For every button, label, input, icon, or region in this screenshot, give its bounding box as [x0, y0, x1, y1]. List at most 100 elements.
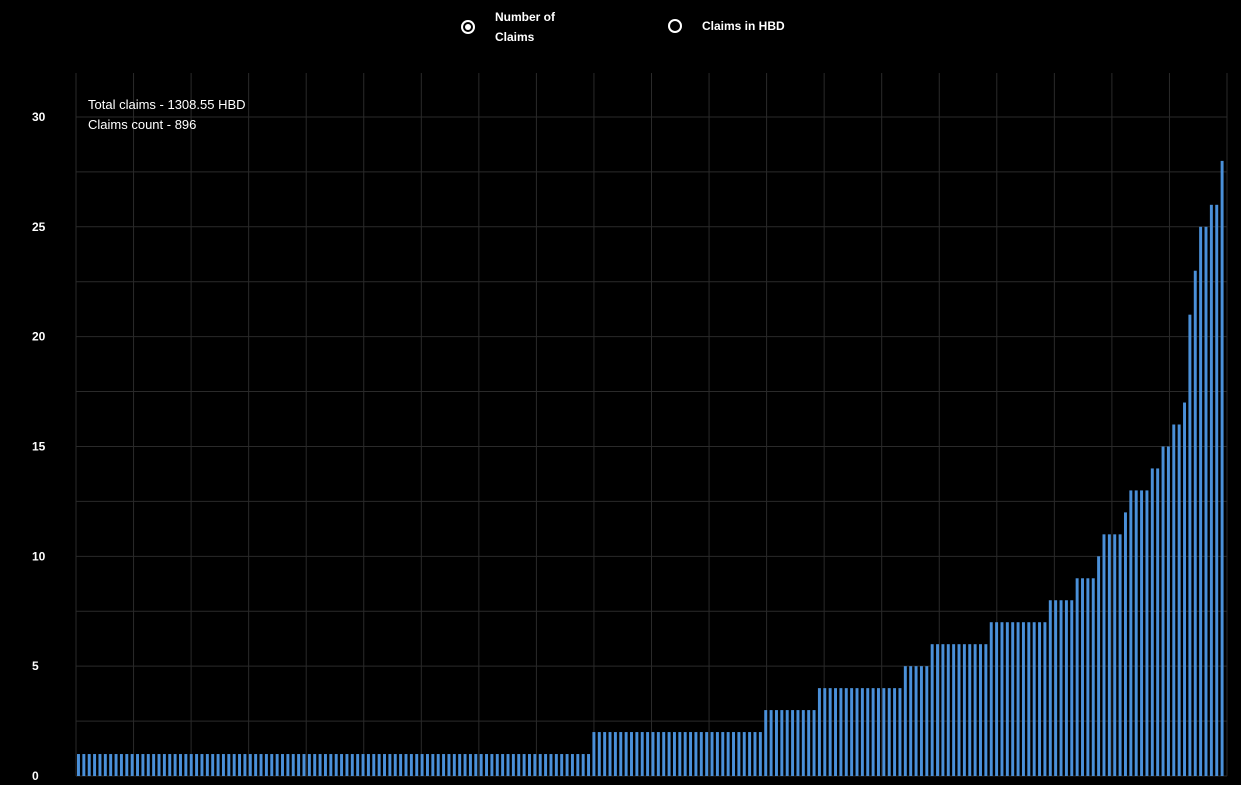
bar: [624, 732, 628, 776]
bar: [995, 622, 999, 776]
bar: [1145, 490, 1149, 776]
bar: [587, 754, 591, 776]
bar: [248, 754, 252, 776]
bar: [737, 732, 741, 776]
bar: [1016, 622, 1020, 776]
bar: [216, 754, 220, 776]
bar: [1140, 490, 1144, 776]
bar: [490, 754, 494, 776]
bar: [114, 754, 118, 776]
y-tick-label: 5: [32, 659, 39, 673]
bar: [426, 754, 429, 776]
bar: [855, 688, 859, 777]
bar: [243, 754, 247, 776]
bar: [415, 754, 419, 776]
bar: [705, 732, 709, 776]
bar: [710, 732, 714, 776]
bar: [189, 754, 193, 776]
bar: [119, 754, 123, 776]
bar: [1059, 600, 1063, 776]
bar: [732, 732, 735, 776]
bar: [168, 754, 172, 776]
bar: [409, 754, 413, 776]
bar: [651, 732, 655, 776]
bar: [345, 754, 349, 776]
bar: [742, 732, 746, 776]
chart-mode-toggle: Number of Claims Claims in HBD: [0, 0, 1241, 56]
bar: [1183, 402, 1186, 776]
bar: [812, 710, 816, 776]
bar: [479, 754, 483, 776]
bar: [1091, 578, 1095, 776]
bar: [753, 732, 757, 776]
bar: [1038, 622, 1042, 776]
bar: [221, 754, 225, 776]
bar: [162, 754, 166, 776]
bar: [882, 688, 886, 777]
bar: [366, 754, 370, 776]
bar: [930, 644, 934, 776]
bar: [286, 754, 290, 776]
bar: [672, 732, 676, 776]
bar: [442, 754, 446, 776]
bar: [474, 754, 478, 776]
bar: [919, 666, 923, 776]
bar: [597, 732, 601, 776]
bar: [656, 732, 660, 776]
bar: [1188, 314, 1192, 776]
bar: [791, 710, 795, 776]
bar: [667, 732, 671, 776]
bar: [329, 754, 333, 776]
radio-claims-in-hbd[interactable]: Claims in HBD: [668, 16, 785, 36]
bar: [334, 754, 338, 776]
bar: [925, 666, 929, 776]
total-claims-text: Total claims - 1308.55 HBD: [88, 97, 246, 112]
bar: [860, 688, 864, 777]
bar: [307, 754, 311, 776]
bar: [560, 754, 564, 776]
bar: [93, 754, 97, 776]
bar: [683, 732, 687, 776]
bar: [463, 754, 467, 776]
bar: [952, 644, 956, 776]
bar: [1177, 424, 1181, 776]
bar: [565, 754, 569, 776]
bar: [1215, 204, 1219, 776]
bar: [157, 754, 161, 776]
bar: [769, 710, 773, 776]
bar: [758, 732, 762, 776]
bar: [850, 688, 854, 777]
bar: [377, 754, 381, 776]
bar: [77, 754, 80, 776]
bar: [506, 754, 510, 776]
bar: [468, 754, 472, 776]
bar: [528, 754, 531, 776]
bar: [259, 754, 263, 776]
bar: [801, 710, 805, 776]
bar: [109, 754, 113, 776]
bar: [431, 754, 435, 776]
bar: [774, 710, 778, 776]
bar: [232, 754, 236, 776]
bar: [103, 754, 107, 776]
bar: [517, 754, 521, 776]
bar: [1064, 600, 1068, 776]
bar: [780, 710, 784, 776]
bar: [1166, 446, 1170, 776]
bar: [1193, 270, 1197, 776]
bar: [452, 754, 456, 776]
radio-unchecked-icon[interactable]: [668, 19, 682, 33]
bar: [603, 732, 607, 776]
bar: [458, 754, 462, 776]
radio-number-of-claims[interactable]: Number of Claims: [461, 7, 575, 47]
bar: [544, 754, 548, 776]
bar: [936, 644, 940, 776]
bar: [839, 688, 843, 777]
bar: [87, 754, 91, 776]
bar: [388, 754, 392, 776]
radio-checked-icon[interactable]: [461, 20, 475, 34]
bar: [957, 644, 961, 776]
bar: [941, 644, 945, 776]
bar: [533, 754, 537, 776]
bar: [914, 666, 918, 776]
